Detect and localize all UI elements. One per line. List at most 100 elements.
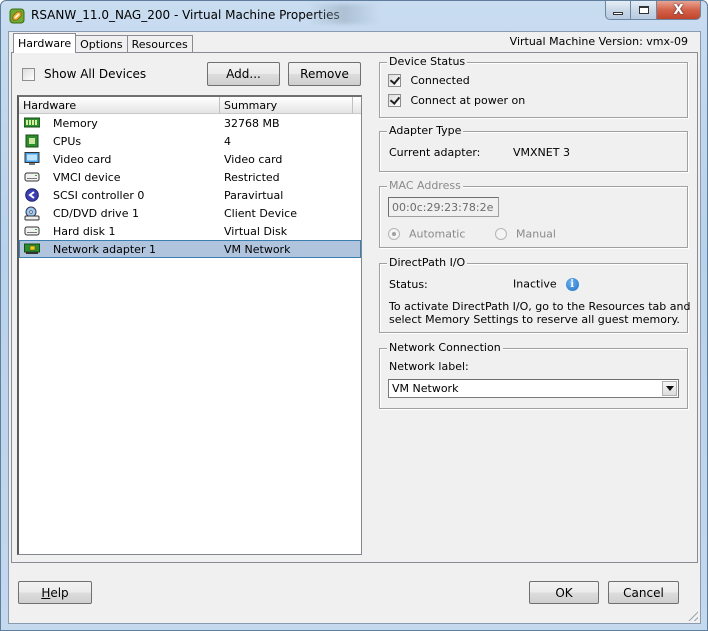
connected-label: Connected: [410, 73, 470, 87]
mac-manual-radio[interactable]: Manual: [495, 227, 556, 241]
directpath-message-line1: To activate DirectPath I/O, go to the Re…: [389, 300, 691, 313]
mac-address-field[interactable]: [388, 197, 499, 217]
hardware-name: CD/DVD drive 1: [53, 206, 139, 220]
device-status-group: Device Status Connected Connect at power…: [379, 55, 688, 118]
table-row-network-adapter[interactable]: Network adapter 1 VM Network: [19, 240, 361, 258]
close-icon: X: [673, 2, 684, 18]
table-row-vmci-device[interactable]: VMCI device Restricted: [19, 168, 361, 186]
hardware-summary: 4: [224, 134, 231, 148]
tab-strip: Hardware Options Resources: [13, 33, 193, 53]
hardware-name: Network adapter 1: [53, 242, 156, 256]
table-body: Memory 32768 MB CPUs 4 Video card Video …: [19, 114, 361, 258]
table-row-memory[interactable]: Memory 32768 MB: [19, 114, 361, 132]
help-button[interactable]: Help: [18, 581, 92, 604]
current-adapter-value: VMXNET 3: [513, 146, 570, 159]
device-icon: [24, 170, 40, 184]
hard-disk-icon: [24, 224, 40, 238]
group-title: Network Connection: [387, 341, 503, 354]
show-all-devices-checkbox[interactable]: Show All Devices: [22, 67, 146, 81]
hardware-summary: Virtual Disk: [224, 224, 288, 238]
table-row-cpus[interactable]: CPUs 4: [19, 132, 361, 150]
show-all-devices-label: Show All Devices: [44, 67, 147, 81]
minimize-button[interactable]: [605, 1, 631, 20]
resize-grip[interactable]: [686, 609, 698, 621]
mac-automatic-radio[interactable]: Automatic: [388, 227, 465, 241]
connected-checkbox[interactable]: Connected: [388, 73, 470, 87]
current-adapter-label: Current adapter:: [389, 146, 481, 159]
hardware-name: CPUs: [53, 134, 82, 148]
connect-at-power-on-checkbox[interactable]: Connect at power on: [388, 93, 525, 107]
hardware-table: Hardware Summary Memory 32768 MB CPUs 4 …: [17, 95, 362, 555]
dropdown-arrow-button[interactable]: [662, 381, 677, 396]
show-all-devices-check[interactable]: [22, 67, 35, 81]
table-row-video-card[interactable]: Video card Video card: [19, 150, 361, 168]
group-title: Adapter Type: [387, 124, 464, 137]
adapter-type-group: Adapter Type Current adapter: VMXNET 3: [379, 124, 688, 172]
remove-button[interactable]: Remove: [288, 62, 361, 86]
caption-buttons: X: [605, 1, 701, 21]
directpath-status-value: Inactive: [513, 277, 557, 291]
tab-options[interactable]: Options: [75, 35, 128, 53]
hardware-name: Hard disk 1: [53, 224, 116, 238]
group-title: Device Status: [387, 55, 468, 68]
hardware-name: SCSI controller 0: [53, 188, 145, 202]
network-label-dropdown[interactable]: VM Network: [388, 379, 679, 398]
hardware-summary: Video card: [224, 152, 283, 166]
network-adapter-icon: [24, 242, 40, 256]
group-title: DirectPath I/O: [387, 256, 468, 269]
group-title: MAC Address: [387, 179, 463, 192]
hardware-name: VMCI device: [53, 170, 121, 184]
chevron-down-icon: [665, 386, 674, 391]
close-button[interactable]: X: [657, 1, 701, 20]
monitor-icon: [24, 152, 40, 166]
manual-label: Manual: [516, 227, 556, 241]
hardware-summary: Restricted: [224, 170, 280, 184]
column-header-hardware[interactable]: Hardware: [19, 97, 220, 113]
maximize-button[interactable]: [631, 1, 657, 20]
automatic-label: Automatic: [409, 227, 466, 241]
tab-resources[interactable]: Resources: [126, 35, 193, 53]
connect-at-power-on-label: Connect at power on: [410, 93, 526, 107]
dialog-client: Hardware Options Resources Virtual Machi…: [8, 31, 701, 624]
table-row-hard-disk[interactable]: Hard disk 1 Virtual Disk: [19, 222, 361, 240]
connect-at-power-on-check[interactable]: [388, 93, 401, 107]
network-label-value: VM Network: [392, 382, 459, 395]
help-label: elp: [50, 585, 69, 600]
column-header-summary[interactable]: Summary: [220, 97, 353, 113]
vsphere-icon: [9, 8, 25, 24]
scsi-icon: [24, 188, 40, 202]
ok-button[interactable]: OK: [529, 581, 599, 604]
title-bar[interactable]: RSANW_11.0_NAG_200 - Virtual Machine Pro…: [1, 1, 707, 31]
hardware-name: Video card: [53, 152, 112, 166]
mac-address-group: MAC Address Automatic Manual: [379, 179, 688, 248]
table-row-scsi-controller[interactable]: SCSI controller 0 Paravirtual: [19, 186, 361, 204]
hardware-summary: VM Network: [224, 242, 291, 256]
network-connection-group: Network Connection Network label: VM Net…: [379, 341, 688, 409]
hardware-tab-panel: Show All Devices Add... Remove Hardware …: [11, 52, 698, 563]
blurred-background: [309, 4, 379, 24]
directpath-status: Inactive i: [513, 277, 579, 291]
vm-version-label: Virtual Machine Version: vmx-09: [509, 35, 688, 48]
add-button[interactable]: Add...: [207, 62, 280, 86]
tab-hardware[interactable]: Hardware: [13, 33, 77, 53]
directpath-group: DirectPath I/O Status: Inactive i To acti…: [379, 256, 691, 333]
manual-radio-button[interactable]: [495, 228, 507, 240]
automatic-radio-button[interactable]: [388, 228, 400, 240]
column-header-filler: [353, 97, 361, 113]
maximize-icon: [638, 6, 649, 14]
help-mnemonic: H: [41, 585, 51, 600]
hardware-summary: Client Device: [224, 206, 297, 220]
table-row-cd-dvd-drive[interactable]: CD/DVD drive 1 Client Device: [19, 204, 361, 222]
vm-properties-window: RSANW_11.0_NAG_200 - Virtual Machine Pro…: [0, 0, 708, 631]
memory-icon: [24, 116, 40, 130]
hardware-summary: Paravirtual: [224, 188, 284, 202]
info-icon[interactable]: i: [565, 277, 579, 291]
hardware-name: Memory: [53, 116, 98, 130]
minimize-icon: [613, 11, 623, 15]
hardware-summary: 32768 MB: [224, 116, 280, 130]
cancel-button[interactable]: Cancel: [608, 581, 679, 604]
cpu-icon: [24, 134, 40, 148]
directpath-status-label: Status:: [389, 278, 428, 291]
window-title: RSANW_11.0_NAG_200 - Virtual Machine Pro…: [31, 8, 340, 22]
connected-check[interactable]: [388, 73, 401, 87]
